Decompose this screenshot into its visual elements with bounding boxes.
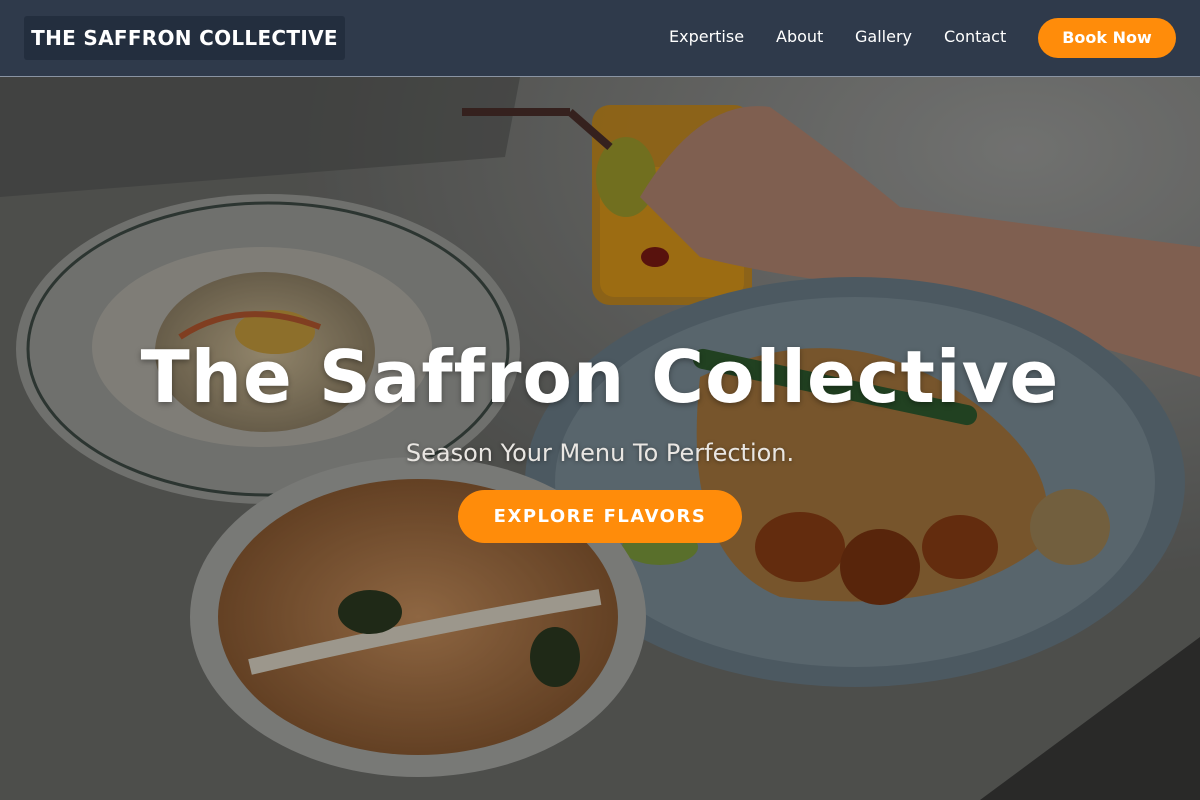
hero-content: The Saffron Collective Season Your Menu … xyxy=(0,77,1200,800)
navbar: THE SAFFRON COLLECTIVE Expertise About G… xyxy=(0,0,1200,77)
nav-link-contact[interactable]: Contact xyxy=(944,27,1006,46)
hero-section: The Saffron Collective Season Your Menu … xyxy=(0,77,1200,800)
hero-title: The Saffron Collective xyxy=(140,335,1060,419)
nav-links: Expertise About Gallery Contact xyxy=(0,0,1200,76)
nav-link-about[interactable]: About xyxy=(776,27,823,46)
hero-subtitle: Season Your Menu To Perfection. xyxy=(405,439,795,467)
nav-link-expertise[interactable]: Expertise xyxy=(669,27,744,46)
book-now-button[interactable]: Book Now xyxy=(1038,18,1176,58)
explore-flavors-button[interactable]: EXPLORE FLAVORS xyxy=(458,490,742,543)
nav-link-gallery[interactable]: Gallery xyxy=(855,27,912,46)
